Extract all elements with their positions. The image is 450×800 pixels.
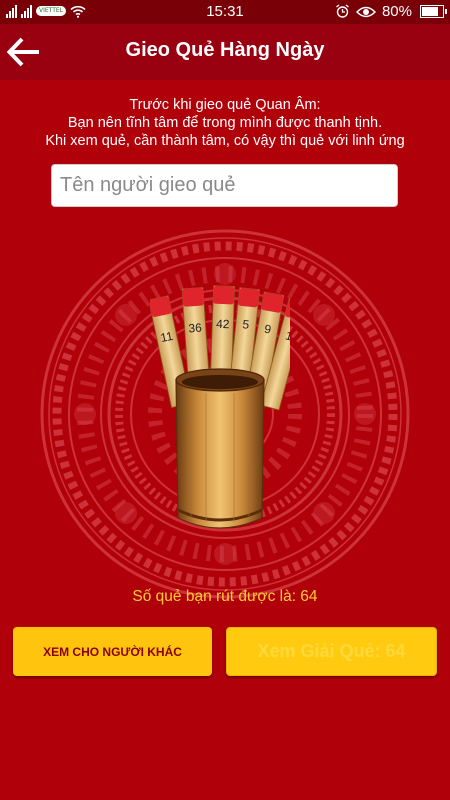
name-input[interactable] [51, 164, 398, 207]
status-bar: VIETTEL 15:31 80% [0, 0, 450, 24]
instruction-line-1: Trước khi gieo quẻ Quan Âm: [129, 97, 321, 113]
alarm-icon [336, 4, 349, 18]
result-text: Số quẻ bạn rút được là: 64 [132, 588, 318, 605]
view-for-others-button[interactable]: XEM CHO NGƯỜI KHÁC [13, 627, 212, 676]
bamboo-cup [175, 368, 265, 529]
battery-percent: 80% [381, 3, 412, 20]
view-explanation-button[interactable]: Xem Giải Quẻ: 64 [226, 627, 437, 676]
eye-icon [355, 6, 376, 17]
status-right: 80% [335, 3, 447, 20]
fortune-stick-cup: 11 36 42 5 9 1 [150, 285, 290, 529]
page-title: Gieo Quẻ Hàng Ngày [125, 39, 325, 61]
app-bar: Gieo Quẻ Hàng Ngày [0, 24, 450, 80]
stick-number: 36 [188, 321, 203, 336]
instruction-line-3: Khi xem quẻ, cần thành tâm, có vậy thì q… [45, 133, 405, 149]
stick-number: 42 [216, 317, 230, 331]
instruction-line-2: Bạn nên tĩnh tâm để trong mình được than… [67, 115, 383, 131]
instructions: Trước khi gieo quẻ Quan Âm: Bạn nên tĩnh… [0, 96, 450, 150]
battery-icon [420, 5, 447, 18]
